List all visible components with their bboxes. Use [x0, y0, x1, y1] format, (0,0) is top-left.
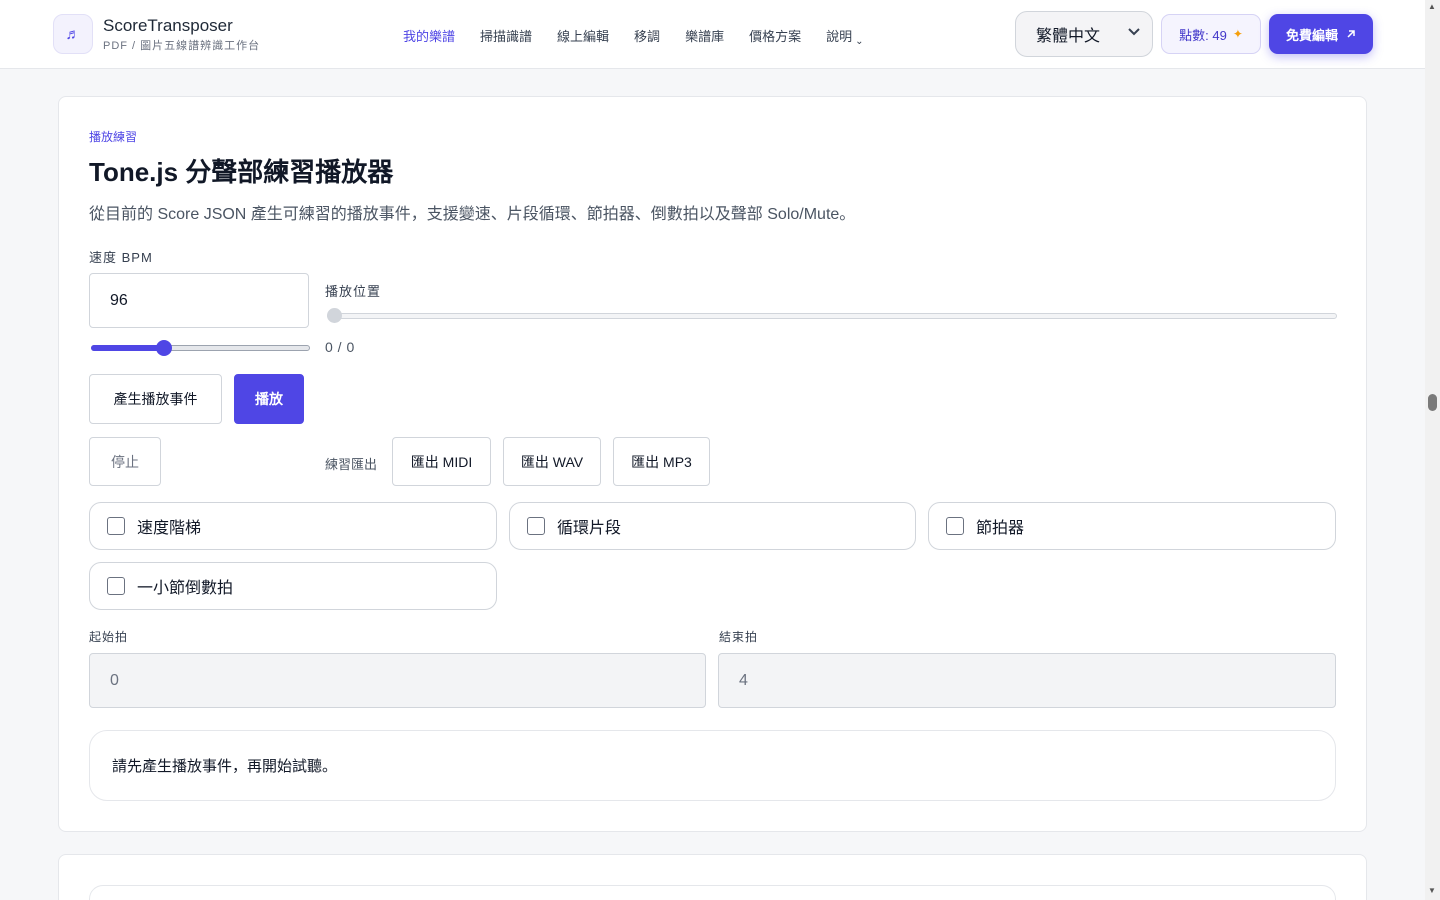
tempo-label: 速度 BPM [89, 250, 153, 265]
start-beat-label: 起始拍 [89, 630, 129, 644]
option-count-in[interactable]: 一小節倒數拍 [89, 562, 497, 610]
tempo-slider-thumb[interactable] [155, 340, 172, 356]
generate-events-button[interactable]: 產生播放事件 [89, 374, 222, 424]
main-nav: 我的樂譜 掃描識譜 線上編輯 移調 樂譜庫 價格方案 說明 ⌄ [403, 26, 889, 47]
tempo-slider-fill [91, 345, 164, 351]
option-label: 一小節倒數拍 [137, 580, 234, 597]
scroll-down-icon[interactable]: ▼ [1428, 886, 1436, 895]
position-slider[interactable] [327, 313, 1337, 319]
stop-button[interactable]: 停止 [89, 437, 161, 486]
nav-item-online-edit[interactable]: 線上編輯 [557, 26, 609, 45]
position-slider-thumb[interactable] [327, 308, 342, 323]
free-edit-button[interactable]: 免費編輯 [1269, 14, 1373, 54]
export-wav-button[interactable]: 匯出 WAV [503, 437, 601, 486]
tempo-ladder-checkbox[interactable] [107, 517, 125, 535]
chevron-down-icon [1128, 27, 1140, 39]
start-beat-input[interactable]: 0 [89, 653, 706, 708]
export-midi-button[interactable]: 匯出 MIDI [392, 437, 491, 486]
scroll-up-icon[interactable]: ▲ [1428, 2, 1436, 11]
top-navbar: ♬ ScoreTransposer PDF / 圖片五線譜辨識工作台 我的樂譜 … [0, 0, 1425, 69]
player-title: Tone.js 分聲部練習播放器 [89, 157, 394, 187]
nav-item-pricing[interactable]: 價格方案 [749, 26, 801, 45]
language-select[interactable]: 繁體中文 [1015, 11, 1153, 57]
free-edit-label: 免費編輯 [1285, 27, 1338, 43]
play-button[interactable]: 播放 [234, 374, 304, 424]
export-mp3-button[interactable]: 匯出 MP3 [613, 437, 710, 486]
section-eyebrow: 播放練習 [89, 130, 138, 144]
nav-item-help[interactable]: 說明 ⌄ [826, 26, 864, 47]
count-in-checkbox[interactable] [107, 577, 125, 595]
player-status-message: 請先產生播放事件，再開始試聽。 [89, 730, 1336, 801]
nav-item-help-label: 說明 [826, 29, 853, 44]
position-label: 播放位置 [325, 284, 382, 299]
scrollbar-thumb[interactable] [1428, 394, 1437, 411]
loop-section-checkbox[interactable] [527, 517, 545, 535]
option-loop-section[interactable]: 循環片段 [509, 502, 916, 550]
next-card-panel [89, 885, 1336, 900]
end-beat-input[interactable]: 4 [718, 653, 1336, 708]
export-label: 練習匯出 [325, 457, 378, 472]
position-readout: 0 / 0 [325, 339, 355, 355]
option-metronome[interactable]: 節拍器 [928, 502, 1336, 550]
nav-item-transpose[interactable]: 移調 [634, 26, 660, 45]
credits-badge[interactable]: 點數: 49 ✦ [1161, 14, 1261, 54]
sparkle-icon: ✦ [1232, 27, 1243, 41]
nav-item-scan[interactable]: 掃描識譜 [480, 26, 532, 45]
option-label: 節拍器 [976, 520, 1025, 537]
tempo-input[interactable]: 96 [89, 273, 309, 328]
player-description: 從目前的 Score JSON 產生可練習的播放事件，支援變速、片段循環、節拍器… [89, 206, 856, 223]
metronome-checkbox[interactable] [946, 517, 964, 535]
credits-label: 點數: 49 [1179, 27, 1227, 43]
arrow-up-right-icon [1346, 27, 1356, 42]
chevron-down-icon: ⌄ [855, 36, 864, 47]
end-beat-label: 結束拍 [719, 630, 759, 644]
nav-item-library[interactable]: 樂譜庫 [685, 26, 724, 45]
option-label: 速度階梯 [137, 520, 202, 537]
option-tempo-ladder[interactable]: 速度階梯 [89, 502, 497, 550]
brand-name[interactable]: ScoreTransposer [103, 16, 233, 36]
language-select-value: 繁體中文 [1036, 28, 1101, 45]
nav-item-my-scores[interactable]: 我的樂譜 [403, 26, 455, 45]
app-logo-icon[interactable]: ♬ [53, 14, 93, 54]
page-scrollbar[interactable] [1425, 0, 1440, 900]
option-label: 循環片段 [557, 520, 622, 537]
brand-subtitle: PDF / 圖片五線譜辨識工作台 [103, 40, 261, 52]
